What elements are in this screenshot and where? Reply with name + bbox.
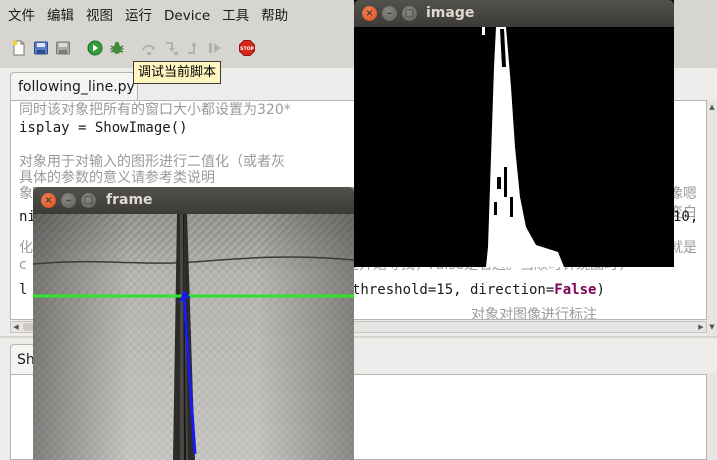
binary-image-canvas [354,27,674,267]
close-icon[interactable]: × [362,6,377,21]
code-args: threshold=15, direction= [352,282,555,298]
stop-button[interactable]: STOP [238,39,256,57]
step-over-button[interactable] [140,39,158,57]
menu-file[interactable]: 文件 [2,0,41,32]
maximize-icon[interactable]: □ [81,193,96,208]
code-paren: ) [596,282,605,298]
code-line: 同时该对象把所有的窗口大小都设置为320* [19,102,291,118]
scroll-left-icon[interactable]: ◀ [11,322,21,332]
code-line: l [19,282,28,298]
frame-window[interactable]: × – □ frame [33,187,354,460]
step-out-button[interactable] [184,39,202,57]
svg-text:STOP: STOP [240,46,254,52]
debug-tooltip: 调试当前脚本 [133,61,222,84]
camera-frame-canvas [33,214,354,460]
code-line: isplay = ShowImage() [19,120,188,136]
binary-line-image [354,27,674,267]
menu-view[interactable]: 视图 [80,0,119,32]
code-comment-annotate: 对象对图像进行标注 [471,307,597,320]
step-into-button[interactable] [162,39,180,57]
code-line: 化 [19,240,33,256]
scroll-right-icon[interactable]: ▶ [696,322,706,332]
shell-scrollbar[interactable] [707,374,717,460]
menu-tools[interactable]: 工具 [216,0,255,32]
stop-icon: STOP [239,40,255,56]
maximize-icon[interactable]: □ [402,6,417,21]
resume-icon [209,43,221,53]
code-line: 象 [19,186,33,202]
scroll-up-icon[interactable]: ▲ [708,102,716,112]
scroll-down-icon[interactable]: ▼ [708,322,716,332]
menu-run[interactable]: 运行 [119,0,158,32]
minimize-icon[interactable]: – [382,6,397,21]
minimize-icon[interactable]: – [61,193,76,208]
new-file-icon [12,40,25,56]
step-into-icon [166,42,178,55]
frame-window-titlebar[interactable]: × – □ frame [33,187,354,214]
open-file-icon [34,41,48,55]
image-window[interactable]: × – □ image [354,0,674,267]
save-file-button[interactable] [54,39,72,57]
open-file-button[interactable] [32,39,50,57]
run-icon [87,40,103,56]
image-window-title: image [426,5,475,21]
menu-help[interactable]: 帮助 [255,0,294,32]
camera-frame-image [33,214,354,460]
resume-button[interactable] [206,39,224,57]
step-over-icon [142,44,155,55]
code-line: c [19,257,27,273]
code-keyword-false: False [554,282,597,298]
save-file-icon [56,41,70,55]
code-line: 具体的参数的意义请参考类说明 [19,170,215,186]
step-out-icon [188,42,197,54]
debug-icon [110,41,124,54]
menu-edit[interactable]: 编辑 [41,0,80,32]
tab-following-line[interactable]: following_line.py [10,72,138,101]
new-file-button[interactable] [10,39,28,57]
frame-window-title: frame [106,192,153,208]
run-button[interactable] [86,39,104,57]
close-icon[interactable]: × [41,193,56,208]
code-line-call-tail: threshold=15, direction=False) [352,281,605,299]
editor-vertical-scrollbar[interactable]: ▲ ▼ [707,100,717,336]
image-window-titlebar[interactable]: × – □ image [354,0,674,27]
code-line-fragment: 10, [673,209,699,225]
debug-button[interactable] [108,39,126,57]
menu-device[interactable]: Device [158,0,216,32]
